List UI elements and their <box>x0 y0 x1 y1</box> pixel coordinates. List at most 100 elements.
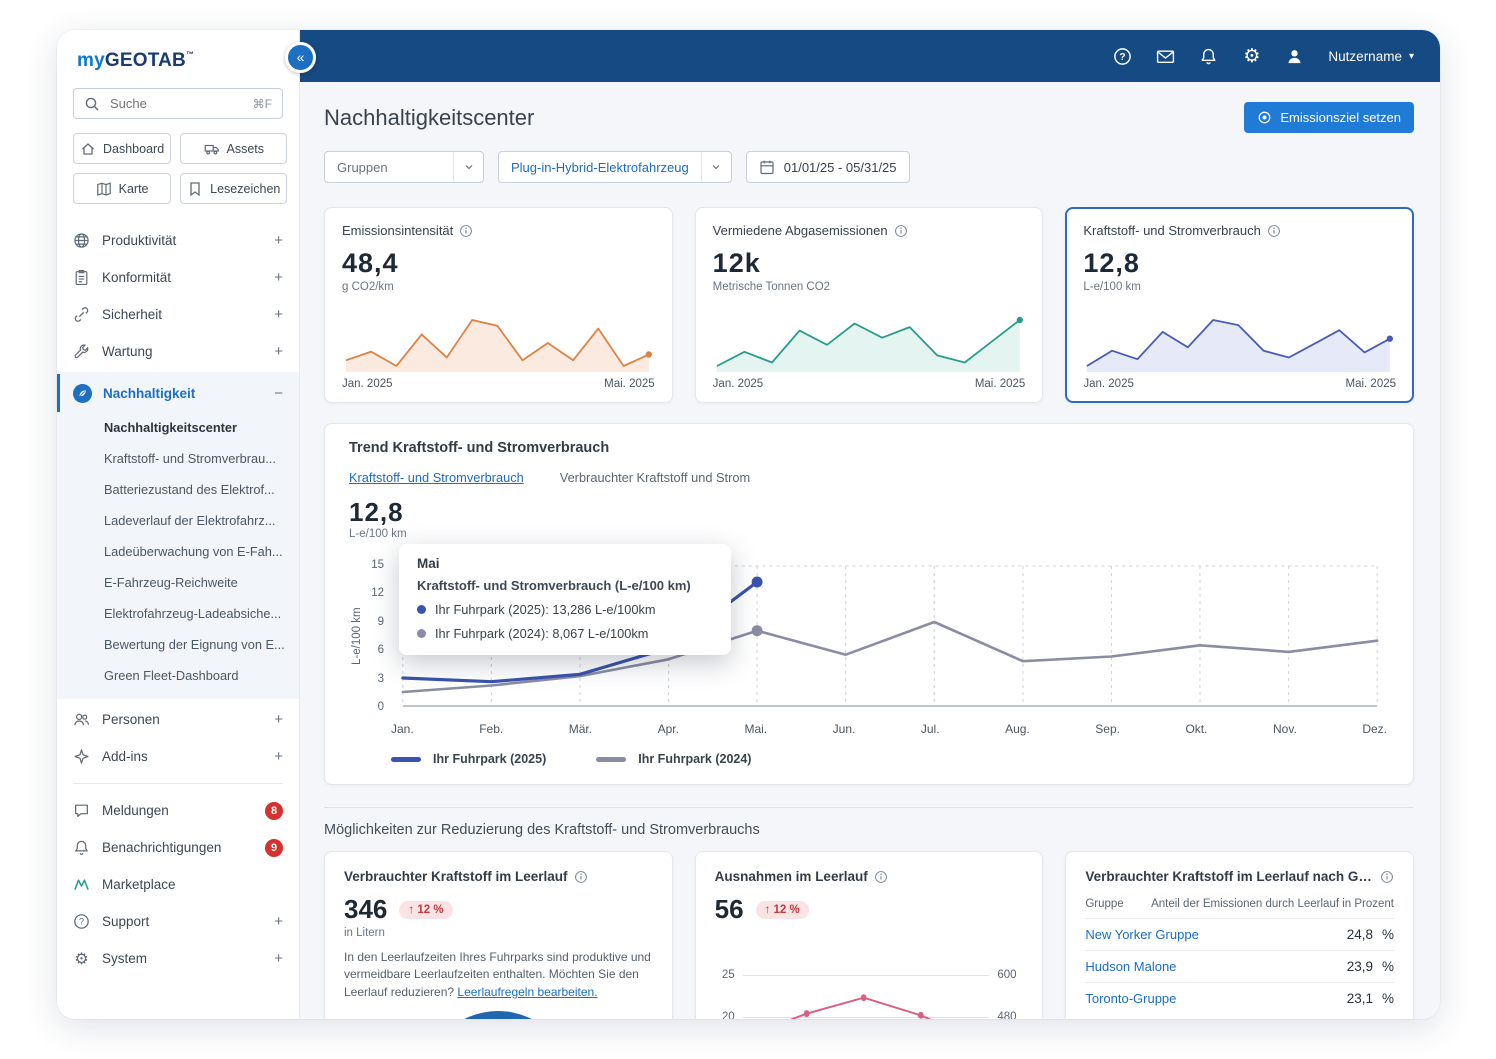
sidebar-item-konformitaet[interactable]: Konformität + <box>57 259 299 296</box>
search-input[interactable] <box>108 95 245 112</box>
bookmarks-button[interactable]: Lesezeichen <box>180 173 288 204</box>
sidebar-item-label: Add-ins <box>102 749 148 764</box>
card-title: Verbrauchter Kraftstoff im Leerlauf <box>344 869 568 884</box>
plus-icon[interactable]: + <box>274 712 283 727</box>
chevron-down-icon <box>453 152 483 182</box>
kpi-sparkline <box>345 319 652 372</box>
plus-icon[interactable]: + <box>274 951 283 966</box>
opportunities-heading: Möglichkeiten zur Reduzierung des Krafts… <box>324 822 760 838</box>
sidebar-item-sicherheit[interactable]: Sicherheit + <box>57 296 299 333</box>
sidebar-item-add-ins[interactable]: Add-ins + <box>57 738 299 775</box>
column-header-value: Anteil der Emissionen durch Leerlauf in … <box>1151 898 1395 910</box>
kpi-title: Vermiedene Abgasemissionen <box>712 223 888 238</box>
info-icon[interactable] <box>574 870 588 884</box>
group-value-unit: % <box>1382 927 1395 942</box>
plus-icon[interactable]: + <box>274 233 283 248</box>
info-icon[interactable] <box>1380 870 1394 884</box>
edit-idle-rules-link[interactable]: Leerlaufregeln bearbeiten. <box>457 985 597 999</box>
kpi-value: 48,4 <box>342 248 399 278</box>
sidebar-item-produktivitaet[interactable]: Produktivität + <box>57 222 299 259</box>
plus-icon[interactable]: + <box>274 344 283 359</box>
x-axis-tick: Dez. <box>1362 722 1387 736</box>
mail-icon[interactable] <box>1156 47 1175 66</box>
series-2025-dot <box>417 605 426 614</box>
sidebar-subitem-ladeueberwachung[interactable]: Ladeüberwachung von E-Fah... <box>57 536 299 567</box>
vehicle-type-select[interactable]: Plug-in-Hybrid-Elektrofahrzeug <box>498 151 732 183</box>
trend-value: 12,8 <box>349 497 404 527</box>
info-icon[interactable] <box>874 870 888 884</box>
user-icon[interactable] <box>1285 47 1304 66</box>
plus-icon[interactable]: + <box>274 307 283 322</box>
sidebar-subitem-ladeabsicherung[interactable]: Elektrofahrzeug-Ladeabsiche... <box>57 598 299 629</box>
user-menu[interactable]: Nutzername ▾ <box>1328 49 1414 64</box>
kpi-unit: g CO2/km <box>342 281 394 293</box>
section-divider <box>324 807 1414 808</box>
group-link[interactable]: Toronto-Gruppe <box>1085 991 1176 1006</box>
set-emission-target-button[interactable]: Emissionsziel setzen <box>1244 102 1414 133</box>
trend-y-ticks: 15 12 9 6 3 0 <box>365 556 391 716</box>
sidebar-subitem-reichweite[interactable]: E-Fahrzeug-Reichweite <box>57 567 299 598</box>
minus-icon[interactable]: − <box>274 386 283 401</box>
kpi-card-kraftstoff-stromverbrauch[interactable]: Kraftstoff- und Stromverbrauch 12,8 L-e/… <box>1065 207 1415 403</box>
sidebar-item-benachrichtigungen[interactable]: Benachrichtigungen 9 <box>57 829 299 866</box>
map-button[interactable]: Karte <box>73 173 172 204</box>
sidebar-item-system[interactable]: ⚙ System + <box>57 940 299 977</box>
plus-icon[interactable]: + <box>274 270 283 285</box>
x-axis-tick: Feb. <box>479 722 504 736</box>
map-icon <box>96 181 112 197</box>
sidebar-subitem-kraftstoff-stromverbrauch[interactable]: Kraftstoff- und Stromverbrau... <box>57 443 299 474</box>
info-icon[interactable] <box>459 224 473 238</box>
y-axis-tick: 12 <box>371 587 384 600</box>
groups-select[interactable]: Gruppen <box>324 151 484 183</box>
logo-geotab: GEOTAB <box>104 50 186 71</box>
tab-verbrauchter-kraftstoff-und-strom[interactable]: Verbrauchter Kraftstoff und Strom <box>560 470 750 485</box>
group-link[interactable]: Hudson Malone <box>1085 959 1176 974</box>
legend-label-2024: Ihr Fuhrpark (2024) <box>638 752 752 766</box>
sidebar-item-label: Benachrichtigungen <box>102 840 222 855</box>
sidebar-item-support[interactable]: ? Support + <box>57 903 299 940</box>
group-value: 24,8 <box>1346 927 1373 942</box>
plus-icon[interactable]: + <box>274 749 283 764</box>
sidebar-subitem-nachhaltigkeitscenter[interactable]: Nachhaltigkeitscenter <box>57 412 299 443</box>
date-range-value: 01/01/25 - 05/31/25 <box>783 159 897 175</box>
group-link[interactable]: New Yorker Gruppe <box>1085 927 1198 942</box>
idle-exceptions-value: 56 <box>714 894 744 924</box>
sidebar-subitem-green-fleet[interactable]: Green Fleet-Dashboard <box>57 660 299 691</box>
left-axis-tick: 20 <box>721 1011 735 1019</box>
trend-card-title: Trend Kraftstoff- und Stromverbrauch <box>349 440 610 456</box>
kpi-card-emissionsintensitaet[interactable]: Emissionsintensität 48,4 g CO2/km Jan. 2… <box>324 207 673 403</box>
info-icon[interactable] <box>1267 224 1281 238</box>
groups-select-value: Gruppen <box>337 159 388 175</box>
bell-icon[interactable] <box>1199 47 1218 66</box>
tab-kraftstoff-und-stromverbrauch[interactable]: Kraftstoff- und Stromverbrauch <box>349 470 524 485</box>
quick-link-label: Dashboard <box>103 141 165 156</box>
info-icon[interactable] <box>894 224 908 238</box>
assets-button[interactable]: Assets <box>180 133 288 164</box>
page-content: Nachhaltigkeitscenter Emissionsziel setz… <box>300 82 1440 1019</box>
kpi-card-vermiedene-abgasemissionen[interactable]: Vermiedene Abgasemissionen 12k Metrische… <box>694 207 1044 403</box>
gear-icon[interactable]: ⚙ <box>1242 46 1261 66</box>
idle-exceptions-card: Ausnahmen im Leerlauf 56 ↑ 12 % 25 600 2… <box>694 851 1044 1019</box>
dashboard-button[interactable]: Dashboard <box>73 133 172 164</box>
sidebar-item-nachhaltigkeit[interactable]: Nachhaltigkeit − <box>57 374 299 412</box>
link-icon <box>73 306 90 323</box>
date-range-picker[interactable]: 01/01/25 - 05/31/25 <box>745 151 910 183</box>
sidebar-item-meldungen[interactable]: Meldungen 8 <box>57 792 299 829</box>
user-name: Nutzername <box>1328 48 1402 64</box>
trend-legend: Ihr Fuhrpark (2025) Ihr Fuhrpark (2024) <box>391 752 1389 766</box>
wrench-icon <box>73 343 90 360</box>
collapse-sidebar-button[interactable]: « <box>285 42 316 73</box>
sidebar-divider <box>73 783 283 784</box>
sidebar-item-marketplace[interactable]: Marketplace <box>57 866 299 903</box>
card-title: Ausnahmen im Leerlauf <box>714 869 868 884</box>
sidebar-subitem-eignung[interactable]: Bewertung der Eignung von E... <box>57 629 299 660</box>
help-icon[interactable]: ? <box>1113 47 1132 66</box>
sidebar-item-personen[interactable]: Personen + <box>57 701 299 738</box>
sidebar-subitem-batteriezustand[interactable]: Batteriezustand des Elektrof... <box>57 474 299 505</box>
idle-by-group-card: Verbrauchter Kraftstoff im Leerlauf nach… <box>1065 851 1415 1019</box>
plus-icon[interactable]: + <box>274 914 283 929</box>
kpi-row: Emissionsintensität 48,4 g CO2/km Jan. 2… <box>324 207 1415 403</box>
sidebar-item-wartung[interactable]: Wartung + <box>57 333 299 370</box>
sidebar-subitem-ladeverlauf[interactable]: Ladeverlauf der Elektrofahrz... <box>57 505 299 536</box>
kpi-end-label: Mai. 2025 <box>604 378 655 390</box>
